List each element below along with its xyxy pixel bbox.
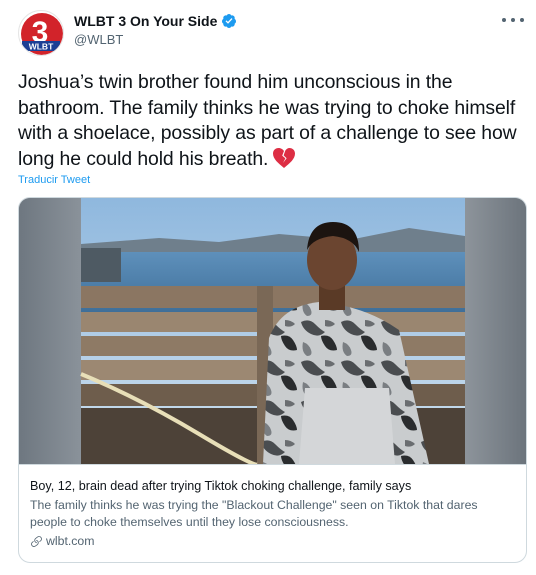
verified-badge-icon xyxy=(222,14,237,28)
author-block: WLBT 3 On Your Side @WLBT xyxy=(74,13,237,47)
card-domain[interactable]: wlbt.com xyxy=(46,533,95,550)
tweet-text-block: Joshua’s twin brother found him unconsci… xyxy=(18,70,528,172)
card-description: The family thinks he was trying the "Bla… xyxy=(30,498,478,529)
boy-in-camo-hoodie-photo xyxy=(19,198,526,464)
tweet-text: Joshua’s twin brother found him unconsci… xyxy=(18,71,517,170)
logo-text: WLBT xyxy=(29,42,54,52)
card-title[interactable]: Boy, 12, brain dead after trying Tiktok … xyxy=(30,478,517,495)
link-card[interactable]: Boy, 12, brain dead after trying Tiktok … xyxy=(18,197,527,563)
more-options-icon[interactable] xyxy=(502,12,524,28)
avatar[interactable]: 3 WLBT xyxy=(18,10,64,56)
card-body[interactable]: Boy, 12, brain dead after trying Tiktok … xyxy=(19,464,526,562)
name-row: WLBT 3 On Your Side xyxy=(74,13,237,29)
handle[interactable]: @WLBT xyxy=(74,32,237,47)
link-icon xyxy=(31,536,42,547)
card-domain-row[interactable]: wlbt.com xyxy=(30,533,517,550)
wlbt-logo-icon: 3 WLBT xyxy=(21,13,63,55)
tweet[interactable]: 3 WLBT WLBT 3 On Your Side @WLBT Joshua’… xyxy=(0,0,536,575)
broken-heart-icon xyxy=(273,147,296,168)
display-name[interactable]: WLBT 3 On Your Side xyxy=(74,13,217,29)
translate-tweet-link[interactable]: Traducir Tweet xyxy=(18,174,90,186)
card-image[interactable] xyxy=(19,198,526,464)
